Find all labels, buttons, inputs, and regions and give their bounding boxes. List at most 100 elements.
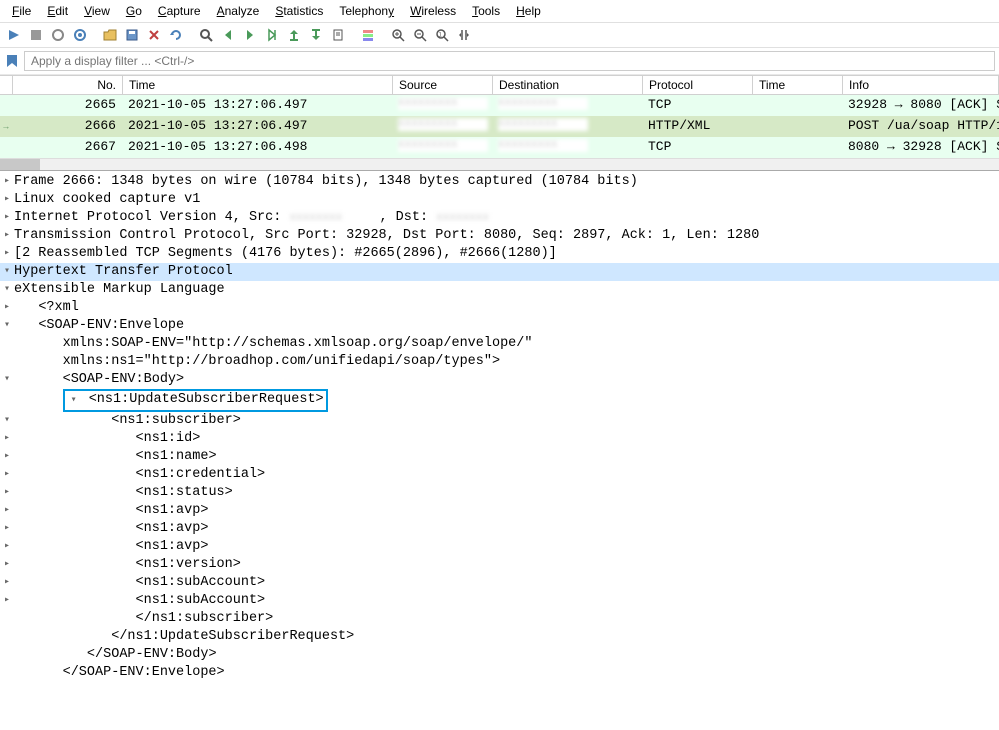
tree-node[interactable]: ▸Frame 2666: 1348 bytes on wire (10784 b… bbox=[0, 173, 999, 191]
packet-details-pane[interactable]: ▸Frame 2666: 1348 bytes on wire (10784 b… bbox=[0, 171, 999, 684]
column-info-header[interactable]: Info bbox=[843, 76, 999, 94]
display-filter-input[interactable] bbox=[24, 51, 995, 71]
go-to-packet-icon[interactable] bbox=[262, 25, 282, 45]
packet-list-header: No. Time Source Destination Protocol Tim… bbox=[0, 75, 999, 95]
tree-node[interactable]: ▸ <ns1:credential> bbox=[0, 466, 999, 484]
tree-node[interactable]: ▸ <?xml bbox=[0, 299, 999, 317]
tree-node[interactable]: ▸ <ns1:subAccount> bbox=[0, 592, 999, 610]
close-file-icon[interactable] bbox=[144, 25, 164, 45]
go-first-icon[interactable] bbox=[284, 25, 304, 45]
autoscroll-icon[interactable] bbox=[328, 25, 348, 45]
expander-icon[interactable]: ▸ bbox=[0, 430, 14, 448]
expander-icon[interactable]: ▸ bbox=[0, 520, 14, 538]
packet-row[interactable]: 26652021-10-05 13:27:06.497xxxxxxxxxxxxx… bbox=[0, 95, 999, 116]
open-file-icon[interactable] bbox=[100, 25, 120, 45]
expander-icon[interactable]: ▸ bbox=[0, 592, 14, 610]
colorize-icon[interactable] bbox=[358, 25, 378, 45]
expander-icon[interactable]: ▾ bbox=[0, 412, 14, 430]
menu-help[interactable]: Help bbox=[508, 2, 549, 20]
expander-icon[interactable]: ▸ bbox=[0, 448, 14, 466]
packet-row[interactable]: →26662021-10-05 13:27:06.497xxxxxxxxxxxx… bbox=[0, 116, 999, 137]
tree-node[interactable]: ▸ <ns1:avp> bbox=[0, 538, 999, 556]
display-filter-bar bbox=[0, 48, 999, 75]
menu-telephony[interactable]: Telephony bbox=[331, 2, 402, 20]
menu-view[interactable]: View bbox=[76, 2, 118, 20]
capture-options-icon[interactable] bbox=[70, 25, 90, 45]
column-protocol-header[interactable]: Protocol bbox=[643, 76, 753, 94]
expander-icon[interactable]: ▸ bbox=[0, 502, 14, 520]
menu-wireless[interactable]: Wireless bbox=[402, 2, 464, 20]
tree-node[interactable]: ▸Internet Protocol Version 4, Src: xxxxx… bbox=[0, 209, 999, 227]
column-no-header[interactable]: No. bbox=[13, 76, 123, 94]
go-forward-icon[interactable] bbox=[240, 25, 260, 45]
expander-icon[interactable]: ▸ bbox=[0, 299, 14, 317]
menu-file[interactable]: File bbox=[4, 2, 39, 20]
expander-icon[interactable]: ▸ bbox=[0, 209, 14, 227]
column-dest-header[interactable]: Destination bbox=[493, 76, 643, 94]
tree-node[interactable]: </ns1:subscriber> bbox=[0, 610, 999, 628]
go-last-icon[interactable] bbox=[306, 25, 326, 45]
save-file-icon[interactable] bbox=[122, 25, 142, 45]
start-capture-icon[interactable] bbox=[4, 25, 24, 45]
tree-node[interactable]: xmlns:ns1="http://broadhop.com/unifiedap… bbox=[0, 353, 999, 371]
packet-list-pane: No. Time Source Destination Protocol Tim… bbox=[0, 75, 999, 171]
expander-icon[interactable]: ▸ bbox=[0, 574, 14, 592]
zoom-reset-icon[interactable]: 1 bbox=[432, 25, 452, 45]
go-back-icon[interactable] bbox=[218, 25, 238, 45]
expander-icon[interactable]: ▸ bbox=[0, 191, 14, 209]
tree-node[interactable]: ▾ <ns1:subscriber> bbox=[0, 412, 999, 430]
packet-list-body[interactable]: 26652021-10-05 13:27:06.497xxxxxxxxxxxxx… bbox=[0, 95, 999, 158]
zoom-in-icon[interactable] bbox=[388, 25, 408, 45]
packet-list-hscroll[interactable] bbox=[0, 158, 999, 170]
tree-node[interactable]: </ns1:UpdateSubscriberRequest> bbox=[0, 628, 999, 646]
menu-statistics[interactable]: Statistics bbox=[267, 2, 331, 20]
expander-icon[interactable]: ▾ bbox=[0, 317, 14, 335]
expander-icon[interactable]: ▾ bbox=[0, 281, 14, 299]
tree-node[interactable]: ▸ <ns1:version> bbox=[0, 556, 999, 574]
expander-icon[interactable]: ▸ bbox=[0, 245, 14, 263]
expander-icon[interactable]: ▸ bbox=[0, 484, 14, 502]
tree-node[interactable]: ▾eXtensible Markup Language bbox=[0, 281, 999, 299]
tree-node[interactable]: ▸Transmission Control Protocol, Src Port… bbox=[0, 227, 999, 245]
tree-node[interactable]: ▾ <ns1:UpdateSubscriberRequest> bbox=[0, 389, 999, 412]
expander-icon[interactable]: ▸ bbox=[0, 466, 14, 484]
expander-icon[interactable]: ▸ bbox=[0, 173, 14, 191]
tree-node[interactable]: </SOAP-ENV:Body> bbox=[0, 646, 999, 664]
tree-node[interactable]: </SOAP-ENV:Envelope> bbox=[0, 664, 999, 682]
expander-icon[interactable]: ▸ bbox=[0, 556, 14, 574]
bookmark-filter-icon[interactable] bbox=[4, 53, 20, 69]
menu-go[interactable]: Go bbox=[118, 2, 150, 20]
restart-capture-icon[interactable] bbox=[48, 25, 68, 45]
reload-file-icon[interactable] bbox=[166, 25, 186, 45]
tree-node[interactable]: ▸ <ns1:avp> bbox=[0, 520, 999, 538]
tree-node[interactable]: ▸ <ns1:id> bbox=[0, 430, 999, 448]
tree-node[interactable]: ▸Linux cooked capture v1 bbox=[0, 191, 999, 209]
tree-node[interactable]: ▸[2 Reassembled TCP Segments (4176 bytes… bbox=[0, 245, 999, 263]
tree-node[interactable]: ▾ <SOAP-ENV:Body> bbox=[0, 371, 999, 389]
column-time-header[interactable]: Time bbox=[123, 76, 393, 94]
expander-icon[interactable]: ▸ bbox=[0, 538, 14, 556]
menu-tools[interactable]: Tools bbox=[464, 2, 508, 20]
expander-icon[interactable]: ▾ bbox=[0, 371, 14, 389]
column-time2-header[interactable]: Time bbox=[753, 76, 843, 94]
zoom-out-icon[interactable] bbox=[410, 25, 430, 45]
resize-columns-icon[interactable] bbox=[454, 25, 474, 45]
tree-node[interactable]: ▸ <ns1:subAccount> bbox=[0, 574, 999, 592]
tree-node[interactable]: ▾Hypertext Transfer Protocol bbox=[0, 263, 999, 281]
menu-analyze[interactable]: Analyze bbox=[209, 2, 268, 20]
tree-node[interactable]: ▸ <ns1:avp> bbox=[0, 502, 999, 520]
tree-node[interactable]: ▸ <ns1:name> bbox=[0, 448, 999, 466]
expander-icon[interactable]: ▸ bbox=[0, 227, 14, 245]
packet-row[interactable]: 26672021-10-05 13:27:06.498xxxxxxxxxxxxx… bbox=[0, 137, 999, 158]
expander-icon[interactable]: ▾ bbox=[67, 392, 81, 410]
tree-node[interactable]: ▸ <ns1:status> bbox=[0, 484, 999, 502]
tree-node[interactable]: ▾ <SOAP-ENV:Envelope bbox=[0, 317, 999, 335]
main-toolbar: 1 bbox=[0, 23, 999, 48]
expander-icon[interactable]: ▾ bbox=[0, 263, 14, 281]
column-source-header[interactable]: Source bbox=[393, 76, 493, 94]
stop-capture-icon[interactable] bbox=[26, 25, 46, 45]
menu-capture[interactable]: Capture bbox=[150, 2, 209, 20]
tree-node[interactable]: xmlns:SOAP-ENV="http://schemas.xmlsoap.o… bbox=[0, 335, 999, 353]
menu-edit[interactable]: Edit bbox=[39, 2, 76, 20]
find-packet-icon[interactable] bbox=[196, 25, 216, 45]
